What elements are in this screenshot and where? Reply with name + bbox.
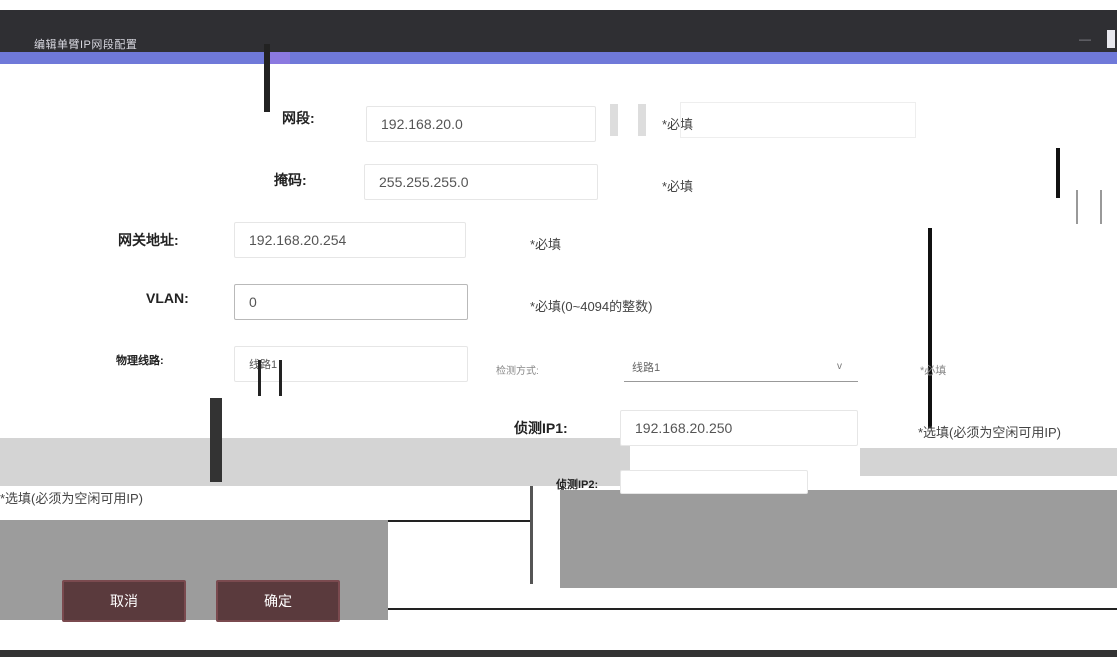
vlan-label: VLAN: <box>146 290 189 306</box>
artifact-bar <box>928 228 932 428</box>
gateway-hint: *必填 <box>530 237 562 252</box>
detect-ip2-label: 侦测IP2: <box>556 479 599 491</box>
accent-segment <box>270 52 290 64</box>
detect-mode-label: 检测方式: <box>496 366 539 377</box>
gateway-label: 网关地址: <box>118 232 179 248</box>
mask-label: 掩码: <box>274 172 307 188</box>
detect-ip2-input[interactable] <box>620 470 808 494</box>
gateway-input[interactable]: 192.168.20.254 <box>234 222 466 258</box>
artifact-bar <box>258 360 282 396</box>
artifact-bar <box>264 44 270 112</box>
detect-ip2-hint: *选填(必须为空闲可用IP) <box>0 491 144 506</box>
chevron-down-icon: v <box>837 361 842 372</box>
artifact-bar <box>1076 190 1102 224</box>
artifact-bar <box>530 486 564 584</box>
artifact-bar <box>610 104 646 136</box>
window-edge <box>1107 30 1115 48</box>
close-icon[interactable]: — <box>1079 32 1091 46</box>
vlan-input[interactable]: 0 <box>234 284 468 320</box>
artifact-block <box>560 490 1117 588</box>
detect-mode-value: 线路1 <box>632 361 661 374</box>
artifact-line <box>0 650 1117 657</box>
window-title: 编辑单臂IP网段配置 <box>34 39 138 51</box>
confirm-button[interactable]: 确定 <box>216 580 340 622</box>
segment-label: 网段: <box>282 110 315 126</box>
artifact-bar <box>1056 148 1060 198</box>
artifact-line <box>388 520 530 522</box>
mask-hint: *必填 <box>662 179 694 194</box>
artifact-bar <box>210 398 222 482</box>
artifact-block <box>860 448 1117 476</box>
title-bar: 编辑单臂IP网段配置 — <box>0 10 1117 52</box>
accent-bar <box>0 52 1117 64</box>
physical-line-label: 物理线路: <box>116 355 164 367</box>
detect-mode-select[interactable]: 线路1 v <box>624 352 858 382</box>
mask-input[interactable]: 255.255.255.0 <box>364 164 598 200</box>
vlan-hint: *必填(0~4094的整数) <box>530 299 653 314</box>
artifact-line <box>388 608 1117 610</box>
detect-ip1-hint: *选填(必须为空闲可用IP) <box>918 425 1062 440</box>
detect-mode-hint: *必填 <box>920 365 947 377</box>
detect-ip1-label: 侦测IP1: <box>514 420 568 436</box>
artifact-box <box>680 102 916 138</box>
cancel-button[interactable]: 取消 <box>62 580 186 622</box>
artifact-block <box>0 438 630 486</box>
segment-input[interactable]: 192.168.20.0 <box>366 106 596 142</box>
detect-ip1-input[interactable]: 192.168.20.250 <box>620 410 858 446</box>
